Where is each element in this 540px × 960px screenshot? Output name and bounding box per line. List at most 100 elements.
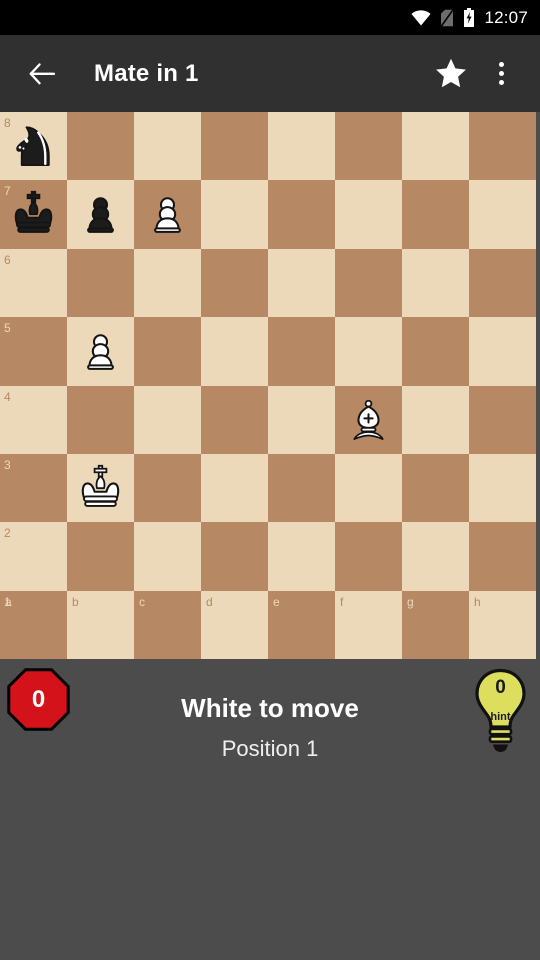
board-square-c7[interactable] bbox=[134, 180, 201, 249]
rank-label-3: 3 bbox=[4, 457, 11, 472]
board-square-g7[interactable] bbox=[402, 180, 469, 249]
board-square-d1[interactable]: d bbox=[201, 590, 268, 659]
board-square-d7[interactable] bbox=[201, 180, 268, 249]
board-square-c2[interactable] bbox=[134, 522, 201, 591]
board-square-b4[interactable] bbox=[67, 385, 134, 454]
board-square-h5[interactable] bbox=[469, 317, 536, 386]
wifi-icon bbox=[411, 9, 431, 26]
board-square-a6[interactable]: 6 bbox=[0, 248, 67, 318]
chess-board[interactable]: 8 7 6 5 4 3 2 1a b c d e f g h bbox=[0, 112, 536, 659]
board-square-c3[interactable] bbox=[134, 453, 201, 523]
board-square-e4[interactable] bbox=[268, 385, 335, 454]
board-square-f1[interactable]: f bbox=[335, 590, 402, 659]
no-sim-icon bbox=[440, 8, 455, 27]
piece-white-pawn-b5[interactable] bbox=[71, 321, 130, 381]
piece-black-king-a7[interactable] bbox=[4, 184, 63, 244]
board-square-g4[interactable] bbox=[402, 385, 469, 454]
board-square-f3[interactable] bbox=[335, 453, 402, 523]
board-square-b8[interactable] bbox=[67, 112, 134, 181]
rank-label-5: 5 bbox=[4, 321, 11, 336]
battery-charging-icon bbox=[463, 8, 475, 27]
status-bar: 12:07 bbox=[0, 0, 540, 35]
board-square-g1[interactable]: g bbox=[402, 590, 469, 659]
board-square-b1[interactable]: b bbox=[67, 590, 134, 659]
board-square-f5[interactable] bbox=[335, 317, 402, 386]
board-square-a1[interactable]: 1a bbox=[0, 590, 67, 659]
board-square-e6[interactable] bbox=[268, 248, 335, 318]
board-square-h8[interactable] bbox=[469, 112, 536, 181]
board-square-b5[interactable] bbox=[67, 317, 134, 386]
board-square-h7[interactable] bbox=[469, 180, 536, 249]
board-square-a8[interactable]: 8 bbox=[0, 112, 67, 181]
board-square-e2[interactable] bbox=[268, 522, 335, 591]
piece-black-pawn-b7[interactable] bbox=[71, 184, 130, 244]
board-square-d4[interactable] bbox=[201, 385, 268, 454]
back-arrow-icon bbox=[29, 62, 55, 84]
piece-black-knight-a8[interactable] bbox=[4, 116, 63, 176]
board-square-b2[interactable] bbox=[67, 522, 134, 591]
board-square-c4[interactable] bbox=[134, 385, 201, 454]
file-label-d: d bbox=[206, 594, 213, 609]
board-square-g3[interactable] bbox=[402, 453, 469, 523]
board-square-h2[interactable] bbox=[469, 522, 536, 591]
board-square-d2[interactable] bbox=[201, 522, 268, 591]
file-label-c: c bbox=[139, 594, 145, 609]
board-square-a3[interactable]: 3 bbox=[0, 453, 67, 523]
status-text-block: White to move Position 1 bbox=[0, 693, 540, 762]
board-square-b7[interactable] bbox=[67, 180, 134, 249]
board-square-e1[interactable]: e bbox=[268, 590, 335, 659]
rank-label-6: 6 bbox=[4, 252, 11, 267]
overflow-menu-button[interactable] bbox=[476, 46, 526, 102]
board-square-h3[interactable] bbox=[469, 453, 536, 523]
more-vert-icon bbox=[498, 62, 504, 85]
board-square-f7[interactable] bbox=[335, 180, 402, 249]
mistakes-count: 0 bbox=[31, 685, 46, 713]
board-square-b6[interactable] bbox=[67, 248, 134, 318]
board-square-d6[interactable] bbox=[201, 248, 268, 318]
board-square-h6[interactable] bbox=[469, 248, 536, 318]
board-square-h1[interactable]: h bbox=[469, 590, 536, 659]
board-square-g8[interactable] bbox=[402, 112, 469, 181]
piece-white-bishop-f4[interactable] bbox=[339, 390, 398, 450]
board-square-f8[interactable] bbox=[335, 112, 402, 181]
board-square-d8[interactable] bbox=[201, 112, 268, 181]
board-square-f6[interactable] bbox=[335, 248, 402, 318]
board-square-e7[interactable] bbox=[268, 180, 335, 249]
file-label-b: b bbox=[72, 594, 79, 609]
board-square-a5[interactable]: 5 bbox=[0, 317, 67, 386]
board-square-e5[interactable] bbox=[268, 317, 335, 386]
board-square-f4[interactable] bbox=[335, 385, 402, 454]
status-bar-clock: 12:07 bbox=[484, 7, 528, 27]
board-square-d3[interactable] bbox=[201, 453, 268, 523]
star-icon bbox=[436, 58, 466, 88]
file-label-a: a bbox=[5, 594, 12, 609]
board-square-d5[interactable] bbox=[201, 317, 268, 386]
rank-label-4: 4 bbox=[4, 389, 11, 404]
board-square-e8[interactable] bbox=[268, 112, 335, 181]
file-label-h: h bbox=[474, 594, 481, 609]
board-square-a2[interactable]: 2 bbox=[0, 522, 67, 591]
board-square-c6[interactable] bbox=[134, 248, 201, 318]
rank-label-2: 2 bbox=[4, 526, 11, 541]
board-square-c1[interactable]: c bbox=[134, 590, 201, 659]
hint-text-label: hint bbox=[490, 711, 511, 723]
board-square-a7[interactable]: 7 bbox=[0, 180, 67, 249]
piece-white-king-b3[interactable] bbox=[71, 458, 130, 518]
board-square-e3[interactable] bbox=[268, 453, 335, 523]
board-square-f2[interactable] bbox=[335, 522, 402, 591]
chess-board-container: 8 7 6 5 4 3 2 1a b c d e f g h bbox=[0, 112, 540, 660]
back-button[interactable] bbox=[14, 46, 70, 102]
board-square-b3[interactable] bbox=[67, 453, 134, 523]
board-square-c5[interactable] bbox=[134, 317, 201, 386]
board-square-h4[interactable] bbox=[469, 385, 536, 454]
app-bar: Mate in 1 bbox=[0, 35, 540, 112]
control-bar: 0 White to move Position 1 0 hint bbox=[0, 660, 540, 790]
board-square-g6[interactable] bbox=[402, 248, 469, 318]
side-to-move-label: White to move bbox=[181, 692, 359, 723]
piece-white-pawn-c7[interactable] bbox=[138, 184, 197, 244]
board-square-c8[interactable] bbox=[134, 112, 201, 181]
board-square-g5[interactable] bbox=[402, 317, 469, 386]
board-square-g2[interactable] bbox=[402, 522, 469, 591]
board-square-a4[interactable]: 4 bbox=[0, 385, 67, 454]
favorite-button[interactable] bbox=[426, 46, 476, 102]
